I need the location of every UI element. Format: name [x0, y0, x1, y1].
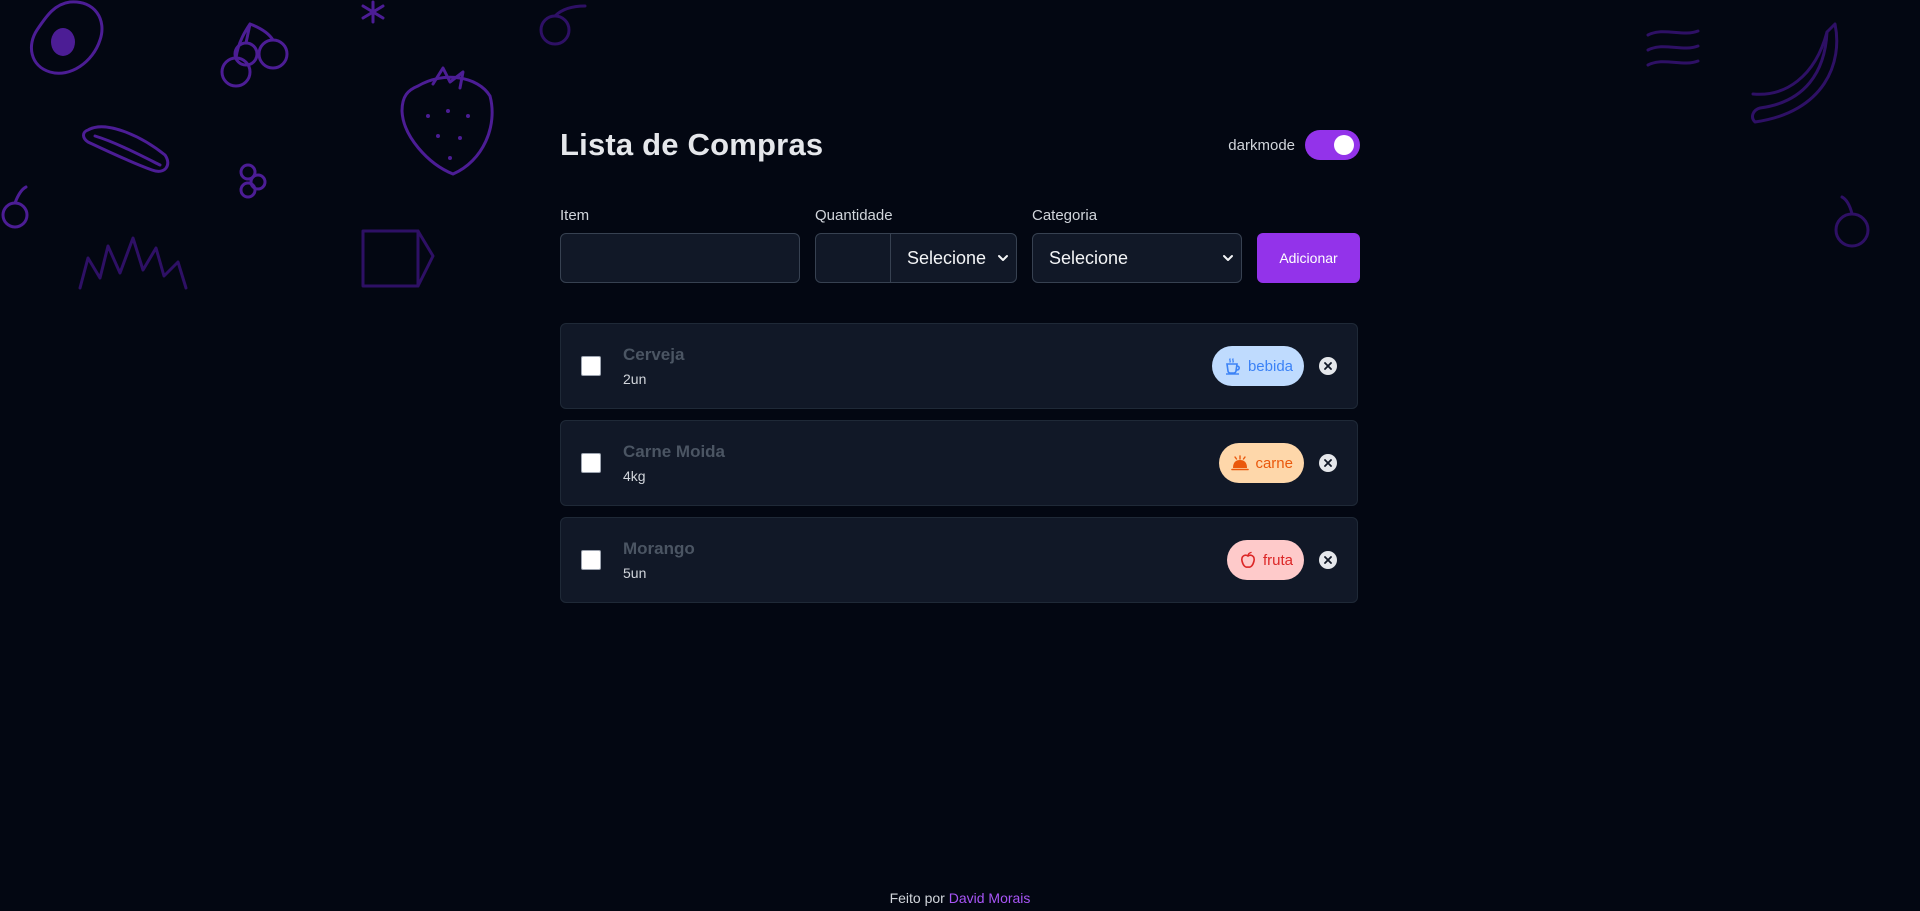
quantity-input[interactable]: [816, 234, 891, 282]
footer-prefix: Feito por: [889, 890, 949, 906]
bread-icon: [361, 229, 435, 288]
apple-icon: [1241, 551, 1255, 568]
category-label: Categoria: [1032, 207, 1098, 224]
strawberry-icon: [400, 66, 494, 176]
item-list: Cerveja 2un bebida Carne Moida 4kg carne…: [560, 323, 1360, 603]
close-icon: [1324, 362, 1332, 370]
item-checkbox[interactable]: [581, 356, 601, 376]
item-checkbox[interactable]: [581, 550, 601, 570]
author-link[interactable]: David Morais: [949, 890, 1031, 906]
darkmode-toggle-wrap: darkmode: [1228, 130, 1360, 160]
pineapple-top-icon: [78, 236, 188, 290]
shopping-list-container: Lista de Compras darkmode Item Quantidad…: [560, 120, 1360, 603]
category-select-value: Selecione: [1049, 247, 1129, 268]
category-badge-label: bebida: [1247, 357, 1293, 375]
category-field: Categoria Selecione: [1032, 207, 1242, 283]
header: Lista de Compras darkmode: [560, 120, 1360, 170]
category-badge: fruta: [1226, 540, 1304, 580]
bacon-icon: [1646, 29, 1700, 67]
list-item: Morango 5un fruta: [560, 517, 1358, 603]
footer: Feito por David Morais: [0, 890, 1920, 906]
category-badge: carne: [1219, 443, 1304, 483]
item-name: Morango: [623, 539, 695, 558]
remove-item-button[interactable]: [1319, 357, 1337, 375]
quantity-label: Quantidade: [815, 207, 893, 224]
unit-select-value: Selecione: [907, 247, 987, 268]
item-name: Cerveja: [623, 345, 685, 364]
quantity-group: Selecione: [815, 233, 1017, 283]
banana-icon: [1751, 22, 1839, 124]
remove-item-button[interactable]: [1319, 551, 1337, 569]
item-label: Item: [560, 207, 590, 224]
add-button[interactable]: Adicionar: [1257, 233, 1360, 283]
blueberries-icon: [239, 163, 267, 199]
close-icon: [1324, 459, 1332, 467]
quantity-field: Quantidade Selecione: [815, 207, 1017, 283]
list-item: Carne Moida 4kg carne: [560, 420, 1358, 506]
darkmode-label: darkmode: [1228, 136, 1295, 154]
item-quantity: 2un: [623, 371, 647, 387]
item-quantity: 4kg: [623, 468, 646, 484]
list-item: Cerveja 2un bebida: [560, 323, 1358, 409]
coffee-cup-icon: [1225, 358, 1240, 375]
unit-select[interactable]: Selecione: [891, 234, 1016, 282]
cherry-right-icon: [1834, 195, 1870, 248]
item-text: Carne Moida 4kg: [623, 442, 1219, 484]
category-badge-label: fruta: [1262, 551, 1293, 569]
avocado-icon: [29, 0, 104, 75]
page-title: Lista de Compras: [560, 127, 824, 162]
item-quantity: 5un: [623, 565, 647, 581]
item-text: Morango 5un: [623, 539, 1227, 581]
toggle-knob: [1334, 135, 1354, 155]
category-badge: bebida: [1211, 346, 1304, 386]
item-checkbox[interactable]: [581, 453, 601, 473]
item-name: Carne Moida: [623, 442, 726, 461]
remove-item-button[interactable]: [1319, 454, 1337, 472]
add-item-form: Item Quantidade Selecione Categoria Sele…: [560, 207, 1360, 283]
darkmode-toggle[interactable]: [1305, 130, 1360, 160]
item-input[interactable]: [560, 233, 800, 283]
page: Lista de Compras darkmode Item Quantidad…: [0, 0, 1920, 911]
cloche-icon: [1231, 455, 1250, 471]
item-text: Cerveja 2un: [623, 345, 1212, 387]
cherry-icon: [539, 4, 587, 46]
close-icon: [1324, 556, 1332, 564]
cherry-small-icon: [1, 185, 29, 229]
category-badge-label: carne: [1255, 454, 1293, 472]
chevron-down-icon: [998, 255, 1008, 261]
item-field: Item: [560, 207, 800, 283]
chevron-down-icon: [1223, 255, 1233, 261]
cherries-icon: [220, 22, 289, 88]
sparkle-icon: [361, 0, 385, 24]
hotdog-icon: [82, 125, 170, 173]
category-select[interactable]: Selecione: [1032, 233, 1242, 283]
